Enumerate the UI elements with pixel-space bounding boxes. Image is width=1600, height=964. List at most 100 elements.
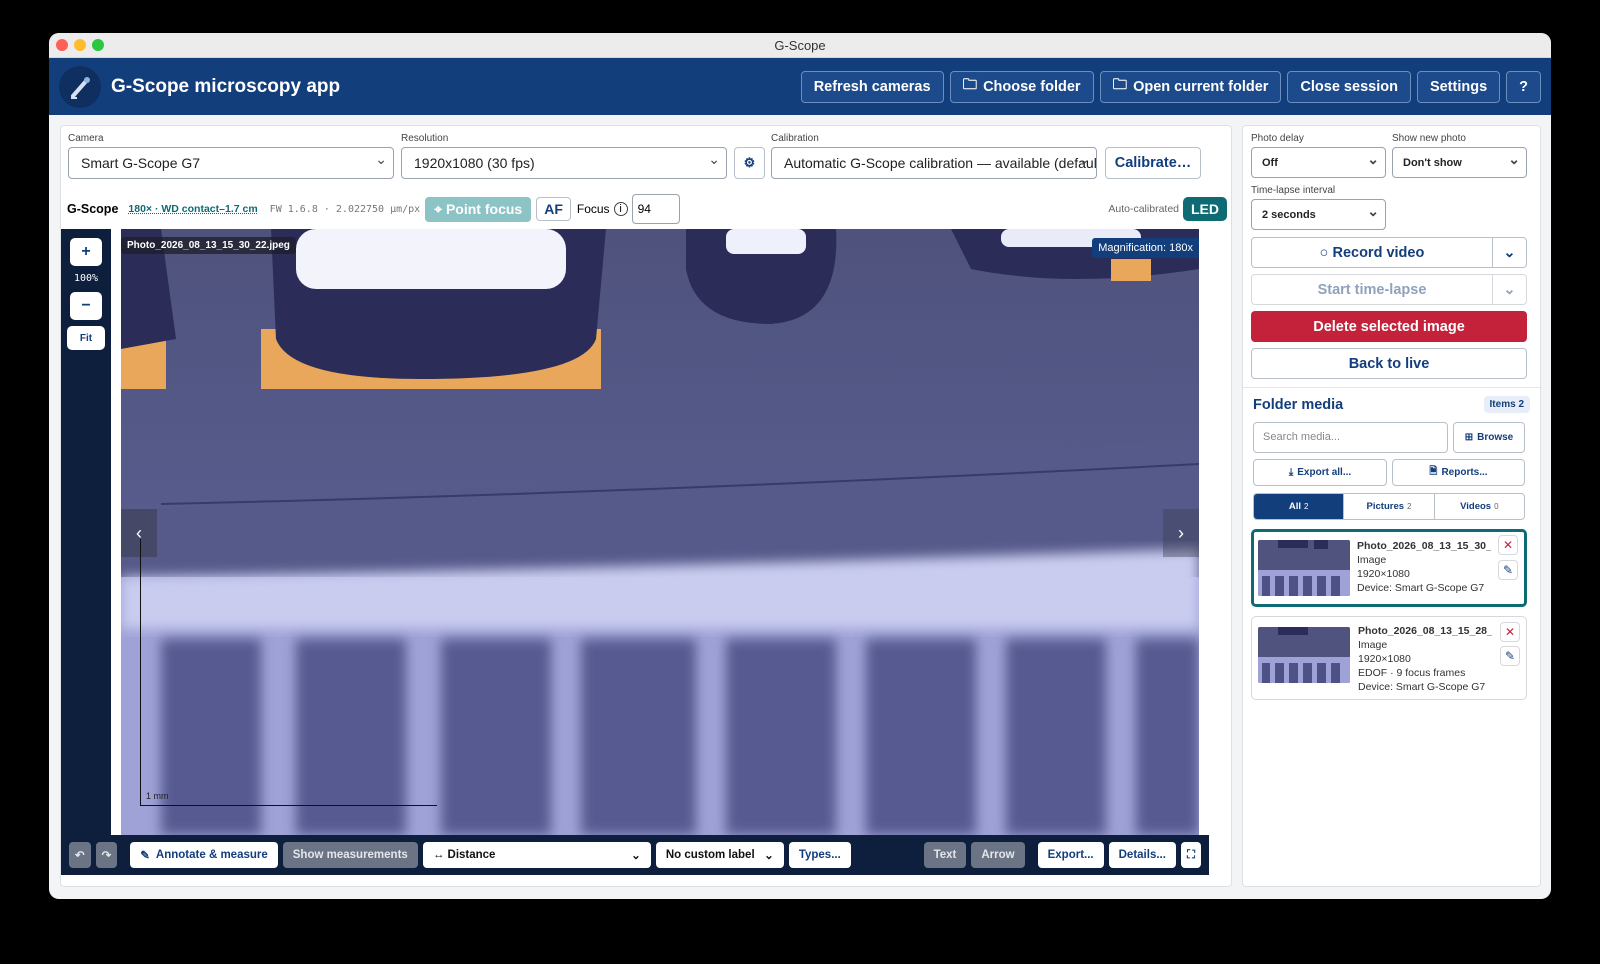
export-button[interactable]: Export...: [1037, 842, 1104, 868]
media-edof-info: EDOF · 9 focus frames: [1358, 667, 1466, 679]
fullscreen-icon[interactable]: ⛶: [1180, 842, 1201, 868]
fit-button[interactable]: Fit: [67, 326, 105, 350]
zoom-controls: + 100% − Fit: [61, 229, 111, 835]
show-new-photo-select[interactable]: Don't show: [1392, 147, 1527, 178]
details-button[interactable]: Details...: [1108, 842, 1176, 868]
auto-calibrated-status: Auto-calibrated: [1108, 203, 1179, 215]
close-window-button[interactable]: [56, 39, 68, 51]
crosshair-icon: ⌖: [434, 200, 446, 217]
app-window: G-Scope G-Scope microscopy app Refresh c…: [49, 33, 1551, 899]
show-measurements-button[interactable]: Show measurements: [282, 842, 418, 868]
record-video-button[interactable]: ○ Record video ⌄: [1251, 237, 1527, 268]
custom-label-select[interactable]: No custom label ⌄: [655, 842, 784, 868]
reports-button[interactable]: 🗎 Reports...: [1392, 459, 1525, 486]
export-all-button[interactable]: ⤓ Export all...: [1253, 459, 1387, 486]
edit-media-icon[interactable]: ✎: [1500, 646, 1520, 666]
resolution-settings-button[interactable]: ⚙: [734, 147, 765, 179]
media-filename: Photo_2026_08_13_15_28_08.jpeg: [1358, 625, 1492, 637]
zoom-out-button[interactable]: −: [70, 292, 102, 320]
redo-icon: ↷: [101, 850, 112, 862]
camera-label: Camera: [68, 133, 104, 144]
focus-input[interactable]: 94: [631, 194, 680, 224]
chevron-down-icon: ⌄: [764, 850, 774, 862]
media-device: Device: Smart G-Scope G7: [1357, 582, 1485, 594]
tab-videos[interactable]: Videos 0: [1433, 494, 1524, 519]
arrow-tool-button[interactable]: Arrow: [971, 842, 1025, 868]
calibrate-button[interactable]: Calibrate…: [1105, 147, 1201, 179]
chevron-right-icon[interactable]: ›: [1163, 509, 1199, 557]
microscope-image[interactable]: Photo_2026_08_13_15_30_22.jpeg Magnifica…: [121, 229, 1199, 835]
grid-icon: ⊞: [1464, 432, 1474, 443]
measure-tool-select[interactable]: ↔ Distance ⌄: [422, 842, 651, 868]
gear-icon: ⚙: [743, 155, 756, 170]
media-type: Image: [1357, 554, 1387, 566]
window-controls: [56, 39, 104, 51]
tab-all[interactable]: All 2: [1254, 494, 1344, 519]
media-filter-tabs: All 2 Pictures 2 Videos 0: [1253, 493, 1525, 520]
edit-media-icon[interactable]: ✎: [1498, 560, 1518, 580]
zoom-window-button[interactable]: [92, 39, 104, 51]
refresh-cameras-button[interactable]: Refresh cameras: [800, 70, 944, 103]
back-to-live-button[interactable]: Back to live: [1251, 348, 1527, 379]
calibration-label: Calibration: [771, 133, 819, 144]
title-bar: G-Scope: [49, 33, 1551, 58]
autofocus-button[interactable]: AF: [536, 197, 571, 221]
tab-pictures[interactable]: Pictures 2: [1343, 494, 1433, 519]
delete-media-icon[interactable]: ✕: [1498, 535, 1518, 555]
chevron-down-icon[interactable]: ⌄: [1492, 238, 1526, 267]
scale-bar-vertical: [140, 539, 141, 805]
point-focus-button[interactable]: ⌖ Point focus: [425, 196, 532, 222]
microscope-logo-icon: [59, 65, 101, 108]
image-viewer: + 100% − Fit Photo_2026_08_13_15_30_22.j…: [61, 229, 1209, 835]
minimize-window-button[interactable]: [74, 39, 86, 51]
media-size: 1920×1080: [1358, 653, 1411, 665]
media-item-selected[interactable]: Photo_2026_08_13_15_30_22.jpeg Image 192…: [1251, 529, 1527, 607]
firmware-info: FW 1.6.8 · 2.022750 µm/px: [269, 203, 421, 215]
chevron-down-icon[interactable]: ⌄: [1492, 275, 1526, 304]
resolution-label: Resolution: [401, 133, 449, 144]
show-new-photo-label: Show new photo: [1392, 133, 1466, 144]
media-thumbnail: [1258, 540, 1350, 596]
chevron-left-icon[interactable]: ‹: [121, 509, 157, 557]
resolution-select[interactable]: 1920x1080 (30 fps): [401, 147, 727, 179]
undo-button[interactable]: ↶: [69, 842, 91, 868]
search-media-input[interactable]: Search media...: [1253, 422, 1448, 453]
folder-open-icon: 🗀: [1112, 77, 1128, 93]
divider: [1243, 387, 1540, 388]
pencil-icon: ✎: [140, 850, 150, 862]
timelapse-interval-select[interactable]: 2 seconds: [1251, 199, 1386, 230]
delete-media-icon[interactable]: ✕: [1500, 622, 1520, 642]
start-timelapse-button[interactable]: Start time-lapse ⌄: [1251, 274, 1527, 305]
zoom-level: 100%: [73, 273, 99, 284]
media-device: Device: Smart G-Scope G7: [1358, 681, 1486, 693]
media-item[interactable]: Photo_2026_08_13_15_28_08.jpeg Image 192…: [1251, 616, 1527, 700]
lens-link[interactable]: 180× · WD contact–1.7 cm: [128, 203, 257, 215]
filename-overlay: Photo_2026_08_13_15_30_22.jpeg: [121, 237, 296, 254]
choose-folder-button[interactable]: 🗀 Choose folder: [949, 70, 1094, 103]
annotation-toolbar: ↶ ↷ ✎ Annotate & measure Show measurement…: [61, 835, 1209, 875]
led-toggle[interactable]: LED: [1183, 197, 1227, 221]
scale-bar-label: 1 mm: [146, 791, 169, 801]
annotate-measure-button[interactable]: ✎ Annotate & measure: [130, 842, 278, 868]
text-tool-button[interactable]: Text: [923, 842, 967, 868]
open-current-folder-button[interactable]: 🗀 Open current folder: [1099, 70, 1282, 103]
delete-selected-image-button[interactable]: Delete selected image: [1251, 311, 1527, 342]
items-count-badge: Items 2: [1483, 396, 1530, 413]
help-button[interactable]: ?: [1506, 70, 1541, 103]
photo-delay-label: Photo delay: [1251, 133, 1304, 144]
types-button[interactable]: Types...: [788, 842, 851, 868]
scale-bar-horizontal: [140, 805, 437, 806]
info-icon[interactable]: i: [613, 202, 628, 216]
settings-button[interactable]: Settings: [1416, 70, 1501, 103]
close-session-button[interactable]: Close session: [1287, 70, 1411, 103]
media-size: 1920×1080: [1357, 568, 1410, 580]
photo-delay-select[interactable]: Off: [1251, 147, 1386, 178]
browse-button[interactable]: ⊞ Browse: [1453, 422, 1525, 453]
zoom-in-button[interactable]: +: [70, 238, 102, 266]
app-title: G-Scope microscopy app: [111, 75, 341, 97]
camera-select[interactable]: Smart G-Scope G7: [68, 147, 394, 179]
calibration-select[interactable]: Automatic G-Scope calibration — availabl…: [771, 147, 1097, 179]
redo-button[interactable]: ↷: [95, 842, 118, 868]
focus-label: Focus: [576, 202, 610, 216]
side-panel: Photo delay Off Show new photo Don't sho…: [1242, 125, 1541, 887]
